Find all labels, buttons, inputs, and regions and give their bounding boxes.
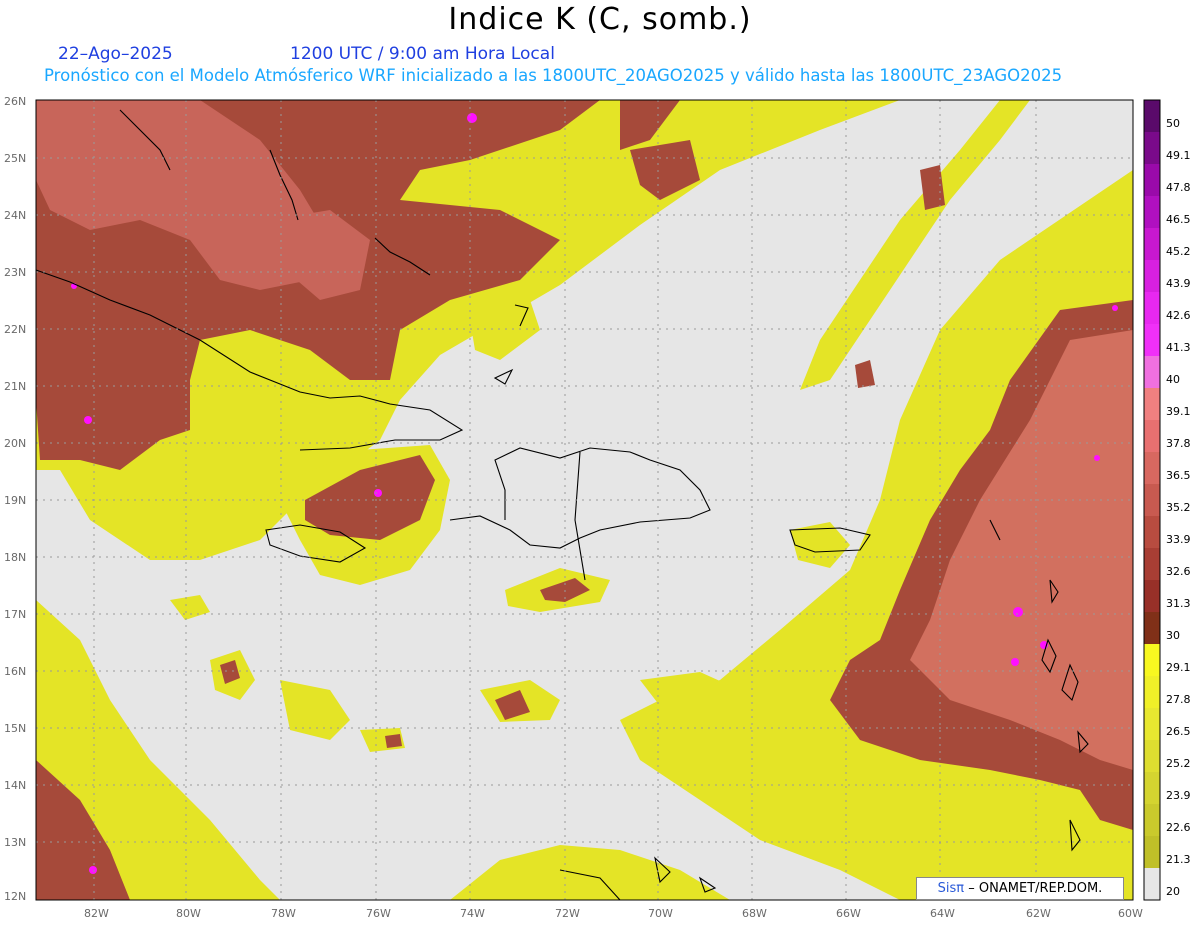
colorbar-label: 42.6	[1166, 309, 1191, 322]
longitude-axis: 82W 80W 78W 76W 74W 72W 70W 68W 66W 64W …	[84, 907, 1143, 920]
colorbar-label: 26.5	[1166, 725, 1191, 738]
colorbar-label: 30	[1166, 629, 1180, 642]
lon-label: 62W	[1026, 907, 1051, 920]
lat-label: 15N	[4, 722, 26, 735]
colorbar-label: 41.3	[1166, 341, 1191, 354]
colorbar-swatch	[1144, 324, 1160, 357]
colorbar: 50 49.1 47.8 46.5 45.2 43.9 42.6 41.3 40 39.1 37.8…	[1143, 99, 1191, 901]
colorbar-label: 27.8	[1166, 693, 1191, 706]
lat-label: 21N	[4, 380, 26, 393]
lat-label: 13N	[4, 836, 26, 849]
colorbar-label: 40	[1166, 373, 1180, 386]
colorbar-label: 43.9	[1166, 277, 1191, 290]
credit-box: Sisπ – ONAMET/REP.DOM.	[916, 877, 1124, 900]
colorbar-swatch	[1144, 516, 1160, 549]
lon-label: 60W	[1118, 907, 1143, 920]
colorbar-label: 31.3	[1166, 597, 1191, 610]
colorbar-label: 45.2	[1166, 245, 1191, 258]
sispi-logo: Sisπ	[937, 881, 965, 896]
colorbar-label: 50	[1166, 117, 1180, 130]
lat-label: 19N	[4, 494, 26, 507]
colorbar-swatch	[1144, 420, 1160, 453]
colorbar-label: 47.8	[1166, 181, 1191, 194]
lat-label: 20N	[4, 437, 26, 450]
colorbar-swatch	[1144, 612, 1160, 645]
lat-label: 24N	[4, 209, 26, 222]
colorbar-swatch	[1144, 164, 1160, 197]
colorbar-swatch	[1144, 260, 1160, 293]
colorbar-swatch	[1144, 196, 1160, 229]
map-figure: 26N 25N 24N 23N 22N 21N 20N 19N 18N 17N …	[4, 95, 1191, 920]
lon-label: 70W	[648, 907, 673, 920]
colorbar-label: 25.2	[1166, 757, 1191, 770]
lon-label: 80W	[176, 907, 201, 920]
lon-label: 72W	[555, 907, 580, 920]
lon-label: 74W	[460, 907, 485, 920]
lon-label: 76W	[366, 907, 391, 920]
colorbar-label: 21.3	[1166, 853, 1191, 866]
colorbar-label: 37.8	[1166, 437, 1191, 450]
lat-label: 16N	[4, 665, 26, 678]
colorbar-swatch	[1144, 772, 1160, 805]
colorbar-label: 29.1	[1166, 661, 1191, 674]
colorbar-label: 23.9	[1166, 789, 1191, 802]
colorbar-swatch	[1144, 100, 1160, 133]
lon-label: 68W	[742, 907, 767, 920]
latitude-axis: 26N 25N 24N 23N 22N 21N 20N 19N 18N 17N …	[4, 95, 26, 903]
colorbar-swatch	[1144, 676, 1160, 709]
lat-label: 25N	[4, 152, 26, 165]
lon-label: 66W	[836, 907, 861, 920]
colorbar-swatch	[1144, 548, 1160, 581]
colorbar-label: 32.6	[1166, 565, 1191, 578]
colorbar-swatch	[1144, 356, 1160, 389]
colorbar-label: 49.1	[1166, 149, 1191, 162]
colorbar-label: 39.1	[1166, 405, 1191, 418]
colorbar-label: 33.9	[1166, 533, 1191, 546]
colorbar-swatch	[1144, 292, 1160, 325]
colorbar-swatch	[1144, 484, 1160, 517]
lat-label: 14N	[4, 779, 26, 792]
colorbar-label: 46.5	[1166, 213, 1191, 226]
lat-label: 22N	[4, 323, 26, 336]
colorbar-swatch	[1144, 580, 1160, 613]
colorbar-label: 20	[1166, 885, 1180, 898]
colorbar-swatch	[1144, 868, 1160, 901]
colorbar-swatch	[1144, 740, 1160, 773]
lat-label: 12N	[4, 890, 26, 903]
colorbar-swatch	[1144, 836, 1160, 869]
lon-label: 78W	[271, 907, 296, 920]
credit-text: – ONAMET/REP.DOM.	[968, 881, 1103, 896]
lon-label: 64W	[930, 907, 955, 920]
colorbar-swatch	[1144, 452, 1160, 485]
lat-label: 23N	[4, 266, 26, 279]
colorbar-label: 35.2	[1166, 501, 1191, 514]
lon-label: 82W	[84, 907, 109, 920]
colorbar-swatch	[1144, 708, 1160, 741]
lat-label: 17N	[4, 608, 26, 621]
colorbar-label: 22.6	[1166, 821, 1191, 834]
colorbar-swatch	[1144, 804, 1160, 837]
colorbar-label: 36.5	[1166, 469, 1191, 482]
colorbar-swatch	[1144, 132, 1160, 165]
colorbar-swatch	[1144, 644, 1160, 677]
colorbar-swatch	[1144, 388, 1160, 421]
colorbar-swatch	[1144, 228, 1160, 261]
lat-label: 18N	[4, 551, 26, 564]
lat-label: 26N	[4, 95, 26, 108]
